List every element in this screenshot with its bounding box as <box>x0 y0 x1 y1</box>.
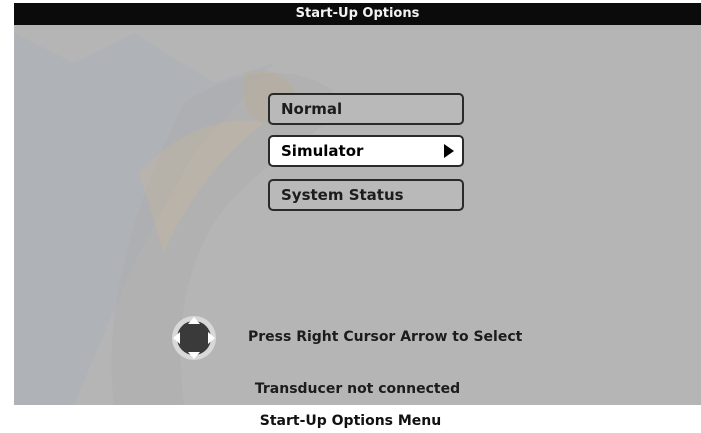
menu-item-label: Normal <box>281 100 343 118</box>
transducer-status: Transducer not connected <box>254 381 461 397</box>
title-bar: Start-Up Options <box>14 3 701 25</box>
menu-item-normal[interactable]: Normal <box>268 93 464 125</box>
menu-item-system-status[interactable]: System Status <box>268 179 464 211</box>
select-hint: Press Right Cursor Arrow to Select <box>248 329 523 345</box>
figure-caption: Start-Up Options Menu <box>259 413 442 429</box>
display-screen: Start-Up Options Normal Simulator System… <box>14 3 701 405</box>
menu-item-label: System Status <box>281 186 404 204</box>
right-arrow-icon <box>444 144 454 158</box>
cursor-pad-icon[interactable] <box>170 314 218 362</box>
menu-item-simulator[interactable]: Simulator <box>268 135 464 167</box>
menu-item-label: Simulator <box>281 142 364 160</box>
